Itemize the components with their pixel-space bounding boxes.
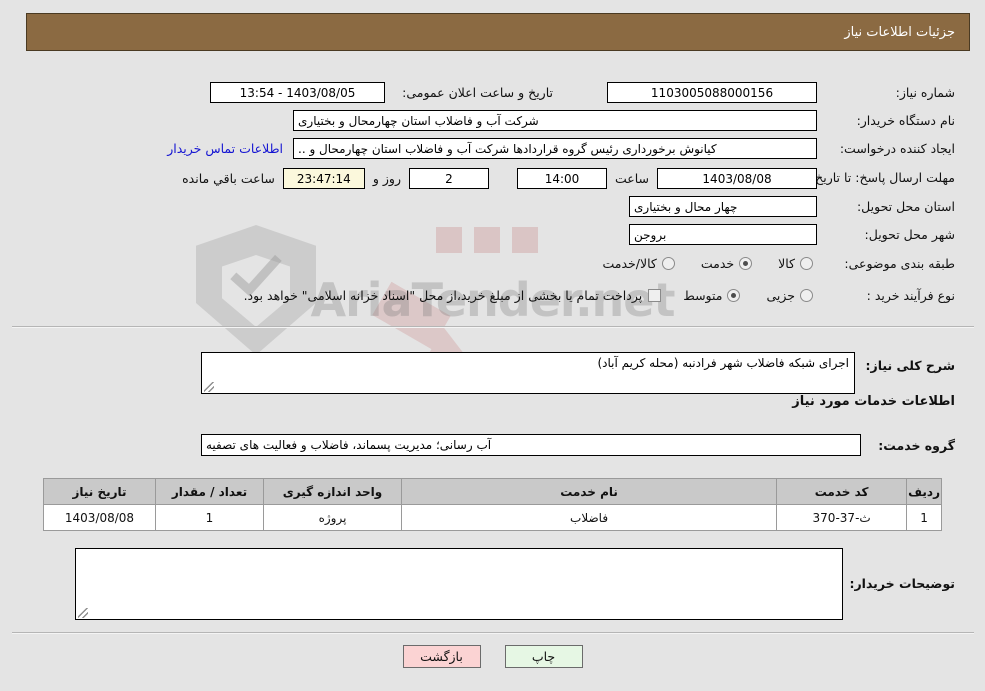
- table-row: 1 ث-37-370 فاضلاب پروژه 1 1403/08/08: [43, 504, 942, 531]
- services-table: ردیف کد خدمت نام خدمت واحد اندازه گیری ت…: [43, 478, 942, 531]
- cell-quantity: 1: [155, 504, 264, 531]
- province-label: استان محل تحویل:: [856, 199, 955, 214]
- process-label: نوع فرآیند خرید :: [866, 288, 955, 303]
- col-service-code: کد خدمت: [776, 478, 908, 505]
- general-desc-row: شرح کلی نیاز: اجرای شبکه فاضلاب شهر فراد…: [201, 352, 955, 394]
- process-row: نوع فرآیند خرید : جزیی متوسط پرداخت تمام…: [244, 288, 955, 303]
- col-service-name: نام خدمت: [400, 478, 778, 505]
- watermark-square: [512, 227, 538, 253]
- treasury-checkbox[interactable]: [648, 289, 662, 302]
- cell-service-name: فاضلاب: [400, 504, 778, 531]
- service-group-row: گروه خدمت: آب رسانی؛ مدیریت پسماند، فاضل…: [201, 434, 955, 456]
- deadline-days-label: روز و: [372, 171, 401, 186]
- city-label: شهر محل تحویل:: [864, 227, 955, 242]
- resize-grip-icon[interactable]: [78, 608, 88, 618]
- creator-value: کیانوش برخورداری رئیس گروه قراردادها شرک…: [293, 138, 817, 159]
- general-desc-textarea[interactable]: اجرای شبکه فاضلاب شهر فرادنبه (محله کریم…: [201, 352, 855, 394]
- buyer-notes-row: توضیحات خریدار:: [75, 548, 955, 620]
- resize-grip-icon[interactable]: [204, 382, 214, 392]
- creator-row: ایجاد کننده درخواست: کیانوش برخورداری رئ…: [167, 138, 955, 159]
- process-option-jozii[interactable]: جزیی: [766, 288, 813, 303]
- service-group-value: آب رسانی؛ مدیریت پسماند، فاضلاب و فعالیت…: [201, 434, 861, 456]
- creator-label: ایجاد کننده درخواست:: [839, 141, 955, 156]
- buyer-contact-link[interactable]: اطلاعات تماس خریدار: [167, 141, 283, 156]
- service-group-label: گروه خدمت:: [878, 437, 955, 453]
- treasury-note: پرداخت تمام یا بخشی از مبلغ خرید،از محل …: [243, 288, 643, 303]
- buyer-org-row: نام دستگاه خریدار: شرکت آب و فاضلاب استا…: [293, 110, 955, 131]
- deadline-row: مهلت ارسال پاسخ: تا تاریخ: 1403/08/08 سا…: [182, 168, 955, 189]
- radio-kala[interactable]: [800, 257, 813, 270]
- cell-need-date: 1403/08/08: [43, 504, 156, 531]
- cell-unit: پروژه: [263, 504, 402, 531]
- buyer-org-value: شرکت آب و فاضلاب استان چهارمحال و بختیار…: [293, 110, 817, 131]
- category-option-khedmat-label: خدمت: [700, 256, 735, 271]
- buyer-notes-label: توضیحات خریدار:: [849, 576, 955, 591]
- general-desc-label: شرح کلی نیاز:: [865, 358, 955, 373]
- process-option-motevaset[interactable]: متوسط: [683, 288, 741, 303]
- cell-row-no: 1: [906, 504, 942, 531]
- deadline-time-label: ساعت: [614, 171, 649, 186]
- need-number-label: شماره نیاز:: [895, 85, 955, 100]
- services-heading: اطلاعات خدمات مورد نیاز: [792, 394, 955, 409]
- col-row-no: ردیف: [906, 478, 942, 505]
- watermark-square: [474, 227, 500, 253]
- footer-divider: [12, 632, 974, 634]
- category-option-kala-label: کالا: [778, 256, 795, 271]
- city-value: بروجن: [629, 224, 817, 245]
- table-header-row: ردیف کد خدمت نام خدمت واحد اندازه گیری ت…: [43, 478, 942, 505]
- radio-khedmat[interactable]: [739, 257, 753, 270]
- public-announce-value: 1403/08/05 - 13:54: [210, 82, 385, 103]
- page-title-bar: جزئیات اطلاعات نیاز: [26, 13, 970, 51]
- deadline-label: مهلت ارسال پاسخ: تا تاریخ:: [810, 170, 955, 185]
- page-root: AriaTender.net جزئیات اطلاعات نیاز شماره…: [0, 0, 985, 691]
- category-option-khedmat[interactable]: خدمت: [700, 256, 753, 271]
- deadline-remaining-label: ساعت باقي مانده: [182, 171, 275, 186]
- deadline-countdown-value: 23:47:14: [282, 168, 365, 189]
- province-value: چهار محال و بختیاری: [629, 196, 817, 217]
- public-announce-label: تاریخ و ساعت اعلان عمومی:: [402, 85, 553, 100]
- category-option-kala[interactable]: کالا: [778, 256, 813, 271]
- category-row: طبقه بندی موضوعی: کالا خدمت کالا/خدمت: [576, 256, 955, 271]
- deadline-date-value: 1403/08/08: [657, 168, 817, 189]
- general-desc-value: اجرای شبکه فاضلاب شهر فرادنبه (محله کریم…: [597, 356, 850, 370]
- footer-buttons: بازگشت چاپ: [0, 645, 985, 668]
- col-need-date: تاریخ نیاز: [43, 478, 156, 505]
- buyer-org-label: نام دستگاه خریدار:: [856, 113, 955, 128]
- need-number-value: 1103005088000156: [607, 82, 817, 103]
- province-row: استان محل تحویل: چهار محال و بختیاری: [629, 196, 955, 217]
- section-divider: [12, 326, 974, 328]
- radio-motevaset[interactable]: [727, 289, 741, 302]
- need-number-row: شماره نیاز: 1103005088000156: [607, 82, 955, 103]
- category-option-kala-khedmat[interactable]: کالا/خدمت: [602, 256, 675, 271]
- print-button[interactable]: چاپ: [504, 645, 583, 668]
- process-option-motevaset-label: متوسط: [683, 288, 723, 303]
- radio-kala-khedmat[interactable]: [661, 257, 675, 270]
- deadline-time-value: 14:00: [516, 168, 607, 189]
- process-option-jozii-label: جزیی: [766, 288, 795, 303]
- cell-service-code: ث-37-370: [776, 504, 908, 531]
- watermark-square: [436, 227, 462, 253]
- radio-jozii[interactable]: [800, 289, 813, 302]
- category-option-kala-khedmat-label: کالا/خدمت: [602, 256, 657, 271]
- deadline-days-value: 2: [408, 168, 489, 189]
- public-announce-row: تاریخ و ساعت اعلان عمومی: 1403/08/05 - 1…: [210, 82, 553, 103]
- back-button[interactable]: بازگشت: [402, 645, 481, 668]
- page-title: جزئیات اطلاعات نیاز: [844, 24, 955, 40]
- buyer-notes-textarea[interactable]: [75, 548, 843, 620]
- category-label: طبقه بندی موضوعی:: [844, 256, 955, 271]
- col-unit: واحد اندازه گیری: [263, 478, 402, 505]
- col-quantity: تعداد / مقدار: [155, 478, 264, 505]
- city-row: شهر محل تحویل: بروجن: [629, 224, 955, 245]
